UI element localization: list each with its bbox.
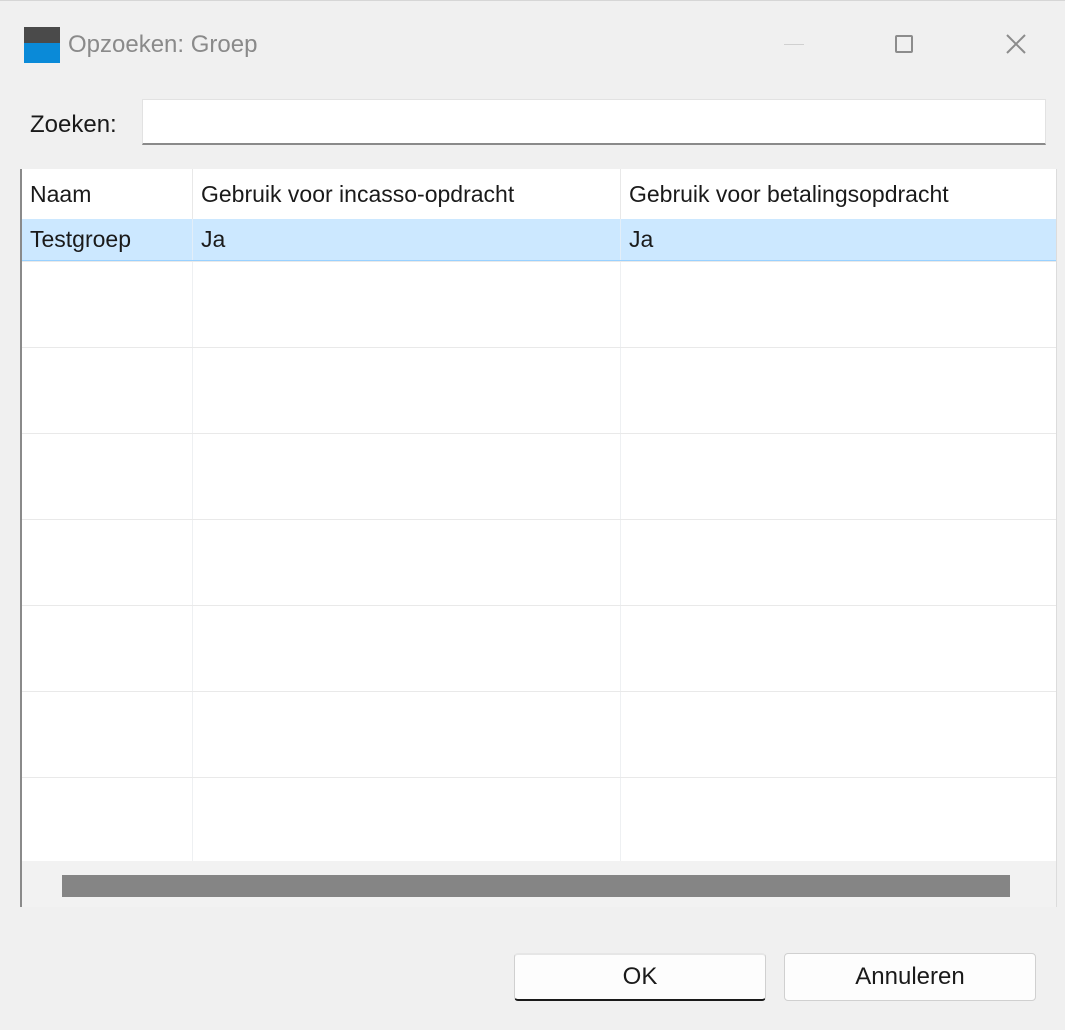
empty-cell — [22, 692, 193, 777]
empty-cell — [22, 348, 193, 433]
empty-cell — [193, 434, 621, 519]
table-header: Naam Gebruik voor incasso-opdracht Gebru… — [22, 169, 1056, 219]
empty-cell — [193, 606, 621, 691]
minimize-icon — [784, 43, 804, 45]
search-input[interactable] — [142, 99, 1046, 145]
empty-row — [22, 691, 1056, 777]
cell-incasso: Ja — [193, 219, 621, 260]
window-title: Opzoeken: Groep — [68, 31, 258, 58]
empty-cell — [621, 434, 1056, 519]
results-table: Naam Gebruik voor incasso-opdracht Gebru… — [20, 169, 1057, 907]
empty-cell — [22, 434, 193, 519]
horizontal-scrollbar[interactable] — [22, 861, 1056, 907]
empty-row — [22, 261, 1056, 347]
cell-naam: Testgroep — [22, 219, 193, 260]
empty-cell — [193, 262, 621, 347]
empty-cell — [22, 778, 193, 863]
empty-row — [22, 605, 1056, 691]
empty-cell — [621, 348, 1056, 433]
empty-cell — [22, 520, 193, 605]
empty-cell — [193, 348, 621, 433]
empty-cell — [193, 692, 621, 777]
column-header-betaling[interactable]: Gebruik voor betalingsopdracht — [621, 169, 1056, 219]
title-bar[interactable]: Opzoeken: Groep — [0, 1, 1065, 79]
empty-cell — [621, 778, 1056, 863]
table-row[interactable]: Testgroep Ja Ja — [22, 219, 1056, 261]
empty-cell — [193, 778, 621, 863]
empty-cell — [621, 262, 1056, 347]
empty-row — [22, 347, 1056, 433]
empty-cell — [621, 692, 1056, 777]
ok-button[interactable]: OK — [514, 953, 766, 1001]
empty-cell — [22, 262, 193, 347]
empty-row — [22, 433, 1056, 519]
lookup-dialog: Opzoeken: Groep Zoeken: Naam Gebruik voo… — [0, 0, 1065, 1030]
minimize-button[interactable] — [764, 21, 824, 67]
column-header-naam[interactable]: Naam — [22, 169, 193, 219]
empty-cell — [22, 606, 193, 691]
scrollbar-thumb[interactable] — [62, 875, 1010, 897]
column-header-incasso[interactable]: Gebruik voor incasso-opdracht — [193, 169, 621, 219]
cancel-button[interactable]: Annuleren — [784, 953, 1036, 1001]
maximize-button[interactable] — [874, 21, 934, 67]
close-button[interactable] — [986, 21, 1046, 67]
empty-row — [22, 519, 1056, 605]
empty-cell — [193, 520, 621, 605]
empty-cell — [621, 606, 1056, 691]
app-icon — [24, 27, 60, 63]
search-label: Zoeken: — [30, 111, 117, 138]
close-icon — [1006, 34, 1026, 54]
empty-row — [22, 777, 1056, 863]
cell-betaling: Ja — [621, 219, 1056, 260]
empty-cell — [621, 520, 1056, 605]
maximize-icon — [895, 35, 913, 53]
